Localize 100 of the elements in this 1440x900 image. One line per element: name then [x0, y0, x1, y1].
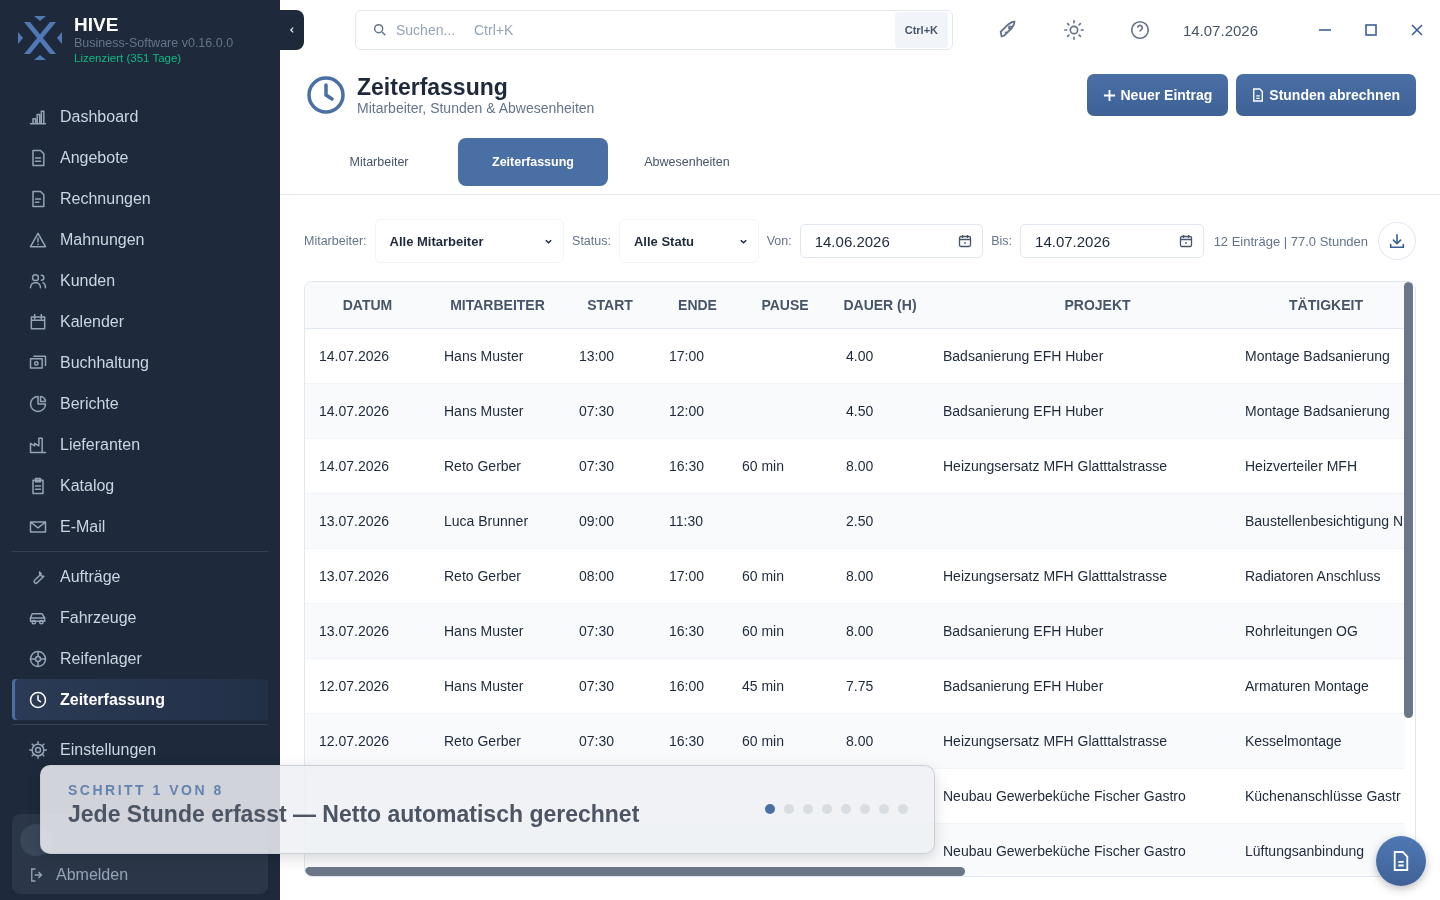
filter-dropdown[interactable]: Alle Mitarbeiter	[374, 219, 565, 263]
step-dot[interactable]	[765, 804, 775, 814]
table-cell: 13.07.2026	[319, 568, 390, 584]
sidebar-item[interactable]: Reifenlager	[12, 638, 268, 679]
table-cell: 60 min	[742, 568, 785, 584]
sidebar-item[interactable]: Angebote	[12, 137, 268, 178]
step-dot[interactable]	[784, 804, 794, 814]
column-header: START	[586, 297, 634, 313]
sidebar-item[interactable]: Aufträge	[12, 556, 268, 597]
table-cell: Heizungsersatz MFH Glatttalstrasse	[943, 733, 1168, 749]
table-cell: 12.07.2026	[319, 733, 390, 749]
table-cell: 08:00	[579, 568, 615, 584]
collapse-button[interactable]	[280, 10, 304, 50]
table-cell: 13:00	[579, 348, 615, 364]
table-cell: 12:00	[669, 403, 705, 419]
filter-dropdown[interactable]: Alle Statu	[619, 219, 759, 263]
step-dot[interactable]	[879, 804, 889, 814]
download-icon	[1388, 232, 1406, 250]
date-field[interactable]: 14.06.2026	[799, 224, 984, 258]
download-button[interactable]	[1378, 222, 1416, 260]
column-header: DAUER (H)	[842, 297, 918, 313]
table-cell: 60 min	[742, 623, 785, 639]
help-icon[interactable]	[1128, 19, 1151, 41]
sidebar-item[interactable]: E-Mail	[12, 506, 268, 547]
horizontal-scrollbar[interactable]	[305, 867, 965, 876]
table-cell: 07:30	[579, 458, 615, 474]
current-date: 14.07.2026	[1182, 21, 1258, 39]
calendar-icon	[1178, 234, 1193, 248]
table-cell: Neubau Gewerbeküche Fischer Gastro	[943, 788, 1186, 804]
column-header: DATUM	[341, 297, 394, 313]
table-cell: Reto Gerber	[444, 458, 522, 474]
table-cell: 60 min	[742, 733, 785, 749]
step-dot[interactable]	[803, 804, 813, 814]
search-icon	[372, 22, 388, 38]
app-version: Business-Software v0.16.0.0	[74, 36, 234, 51]
table-cell: Heizungsersatz MFH Glatttalstrasse	[943, 458, 1168, 474]
page-subtitle: Mitarbeiter, Stunden & Abwesenheiten	[357, 100, 595, 116]
maximize-icon[interactable]	[1364, 23, 1378, 37]
tab[interactable]: Mitarbeiter	[304, 138, 454, 186]
table-cell: 07:30	[579, 678, 615, 694]
table-cell: 16:30	[669, 623, 705, 639]
column-header: TÄTIGKEIT	[1288, 297, 1364, 313]
table-cell: 16:30	[669, 733, 705, 749]
vertical-scrollbar[interactable]	[1404, 282, 1413, 718]
column-header: PAUSE	[760, 297, 810, 313]
report-button[interactable]	[1376, 836, 1426, 886]
logout-button[interactable]: Abmelden	[20, 866, 260, 884]
tab[interactable]: Abwesenheiten	[612, 138, 762, 186]
sidebar-item[interactable]: Zeiterfassung	[12, 679, 268, 720]
table-cell: Rohrleitungen OG	[1245, 623, 1358, 639]
sidebar-item[interactable]: Katalog	[12, 465, 268, 506]
filter-label: Von:	[766, 234, 792, 248]
sun-icon[interactable]	[1062, 19, 1085, 41]
pie-chart-icon	[28, 393, 48, 414]
table-cell: Hans Muster	[444, 623, 524, 639]
table-cell: 14.07.2026	[319, 458, 390, 474]
sidebar-item[interactable]: Rechnungen	[12, 178, 268, 219]
shortcut-badge: Ctrl+K	[894, 12, 948, 48]
new-entry-button[interactable]: Neuer Eintrag	[1086, 74, 1229, 116]
step-dot[interactable]	[822, 804, 832, 814]
bill-hours-button[interactable]: Stunden abrechnen	[1236, 74, 1416, 116]
sidebar-item[interactable]: Kalender	[12, 301, 268, 342]
table-row[interactable]: 13.07.2026 Luca Brunner 09:00 11:30 2.50 Baustellenbesichtigung N	[305, 494, 1405, 549]
sidebar-item[interactable]: Lieferanten	[12, 424, 268, 465]
tab[interactable]: Zeiterfassung	[458, 138, 608, 186]
column-header: PROJEKT	[1063, 297, 1132, 313]
sidebar-item[interactable]: Dashboard	[12, 96, 268, 137]
table-cell: 2.50	[846, 513, 874, 529]
table-cell: 16:00	[669, 678, 705, 694]
step-dot[interactable]	[841, 804, 851, 814]
table-cell: Montage Badsanierung	[1245, 348, 1390, 364]
shortcut-hint: Ctrl+K	[474, 22, 515, 38]
table-cell: 4.00	[846, 348, 874, 364]
document-icon	[1392, 850, 1410, 872]
sidebar-item[interactable]: Fahrzeuge	[12, 597, 268, 638]
sidebar-item[interactable]: Buchhaltung	[12, 342, 268, 383]
sidebar-item[interactable]: Einstellungen	[12, 729, 268, 770]
date-field[interactable]: 14.07.2026	[1020, 224, 1204, 258]
table-cell: Lüftungsanbindung	[1245, 843, 1365, 859]
sidebar-item[interactable]: Berichte	[12, 383, 268, 424]
table-cell: 12.07.2026	[319, 678, 390, 694]
sidebar-item[interactable]: Mahnungen	[12, 219, 268, 260]
page-title: Zeiterfassung	[357, 74, 509, 100]
table-cell: 17:00	[669, 348, 705, 364]
filter-label: Status:	[572, 234, 611, 248]
table-cell: 11:30	[669, 513, 703, 529]
table-row[interactable]: 13.07.2026 Hans Muster 07:30 16:30 60 min 8.00 Badsanierung EFH Huber Rohrleitungen OG	[305, 604, 1405, 659]
table-cell: Neubau Gewerbeküche Fischer Gastro	[943, 843, 1186, 859]
step-dot[interactable]	[898, 804, 908, 814]
table-cell: Badsanierung EFH Huber	[943, 678, 1104, 694]
table-row[interactable]: 14.07.2026 Hans Muster 07:30 12:00 4.50 Badsanierung EFH Huber Montage Badsanierung	[305, 384, 1405, 439]
sidebar-item[interactable]: Kunden	[12, 260, 268, 301]
step-dot[interactable]	[860, 804, 870, 814]
close-icon[interactable]	[1410, 23, 1424, 37]
table-row[interactable]: 12.07.2026 Reto Gerber 07:30 16:30 60 min 8.00 Heizungsersatz MFH Glatttalstrasse Kesselmontage	[305, 714, 1405, 769]
table-cell: Heizungsersatz MFH Glatttalstrasse	[943, 568, 1168, 584]
column-header: MITARBEITER	[449, 297, 546, 313]
document-icon	[1252, 88, 1265, 102]
table-cell: Montage Badsanierung	[1245, 403, 1390, 419]
chevron-left-icon	[288, 26, 296, 34]
